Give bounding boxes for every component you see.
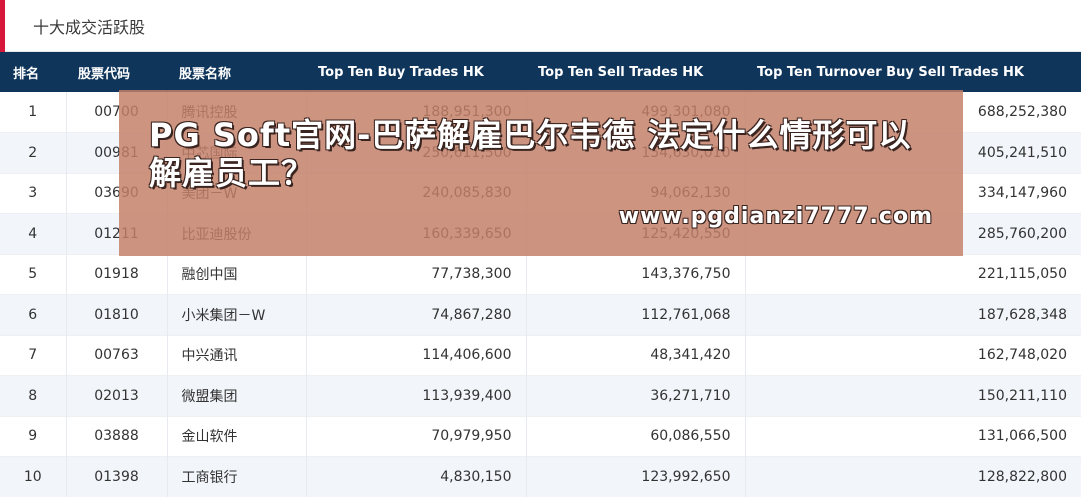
turnover-cell: 162,748,020 [977,347,1067,364]
column-header-name[interactable]: 股票名称 [167,52,306,92]
sell-trades-cell: 143,376,750 [526,254,746,295]
column-header-rank[interactable]: 排名 [0,52,66,92]
stock-code-cell: 01918 [66,254,168,295]
buy-trades-cell: 113,939,400 [306,375,527,416]
stock-name-cell: 融创中国 [167,254,307,295]
rank-cell: 7 [0,335,67,376]
stock-name-cell: 微盟集团 [167,375,307,416]
table-row[interactable]: 8 02013 微盟集团 113,939,400 36,271,710 150,211,1… [0,375,1081,416]
turnover-cell: 128,822,800 [977,468,1067,485]
stock-name-cell: 小米集团－W [167,294,307,335]
rank-cell: 8 [0,375,67,416]
promo-overlay-banner[interactable]: PG Soft官网-巴萨解雇巴尔韦德 法定什么情形可以解雇员工？ www.pgd… [119,90,963,256]
section-header: 十大成交活跃股 [0,0,1081,52]
buy-trades-cell: 74,867,280 [306,294,527,335]
table-header-row: 排名 股票代码 股票名称 Top Ten Buy Trades HK Top T… [0,52,1081,92]
sell-trades-cell: 60,086,550 [526,416,746,457]
sell-trades-cell: 123,992,650 [526,456,746,497]
stock-code-cell: 02013 [66,375,168,416]
table-row[interactable]: 5 01918 融创中国 77,738,300 143,376,750 221,115,0… [0,254,1081,295]
stock-code-cell: 01810 [66,294,168,335]
stock-code-cell: 01398 [66,456,168,497]
rank-cell: 1 [0,92,67,133]
rank-cell: 3 [0,173,67,214]
turnover-cell: 131,066,500 [977,428,1067,445]
stock-code-cell: 00763 [66,335,168,376]
buy-trades-cell: 114,406,600 [306,335,527,376]
promo-overlay-url[interactable]: www.pgdianzi7777.com [619,204,933,229]
column-header-turnover[interactable]: Top Ten Turnover Buy Sell Trades HK [745,52,1081,92]
rank-cell: 4 [0,213,67,254]
section-accent-bar [0,0,5,52]
section-title: 十大成交活跃股 [33,18,146,37]
column-header-buy-trades[interactable]: Top Ten Buy Trades HK [306,52,526,92]
sell-trades-cell: 48,341,420 [526,335,746,376]
rank-cell: 10 [0,456,67,497]
stock-name-cell: 工商银行 [167,456,307,497]
rank-cell: 2 [0,132,67,173]
table-row[interactable]: 7 00763 中兴通讯 114,406,600 48,341,420 162,748,0… [0,335,1081,376]
rank-cell: 6 [0,294,67,335]
rank-cell: 5 [0,254,67,295]
turnover-cell: 187,628,348 [977,306,1067,323]
rank-cell: 9 [0,416,67,457]
stock-name-cell: 金山软件 [167,416,307,457]
sell-trades-cell: 112,761,068 [526,294,746,335]
stock-code-cell: 03888 [66,416,168,457]
promo-overlay-title: PG Soft官网-巴萨解雇巴尔韦德 法定什么情形可以解雇员工？ [149,116,912,192]
table-row[interactable]: 6 01810 小米集团－W 74,867,280 112,761,068 187,628… [0,294,1081,335]
table-row[interactable]: 9 03888 金山软件 70,979,950 60,086,550 131,066,50… [0,416,1081,457]
column-header-sell-trades[interactable]: Top Ten Sell Trades HK [526,52,745,92]
buy-trades-cell: 77,738,300 [306,254,527,295]
stock-name-cell: 中兴通讯 [167,335,307,376]
column-header-code[interactable]: 股票代码 [66,52,167,92]
buy-trades-cell: 70,979,950 [306,416,527,457]
buy-trades-cell: 4,830,150 [306,456,527,497]
table-row[interactable]: 10 01398 工商银行 4,830,150 123,992,650 128,822,8… [0,456,1081,497]
turnover-cell: 150,211,110 [977,387,1067,404]
turnover-cell: 221,115,050 [977,266,1067,283]
sell-trades-cell: 36,271,710 [526,375,746,416]
